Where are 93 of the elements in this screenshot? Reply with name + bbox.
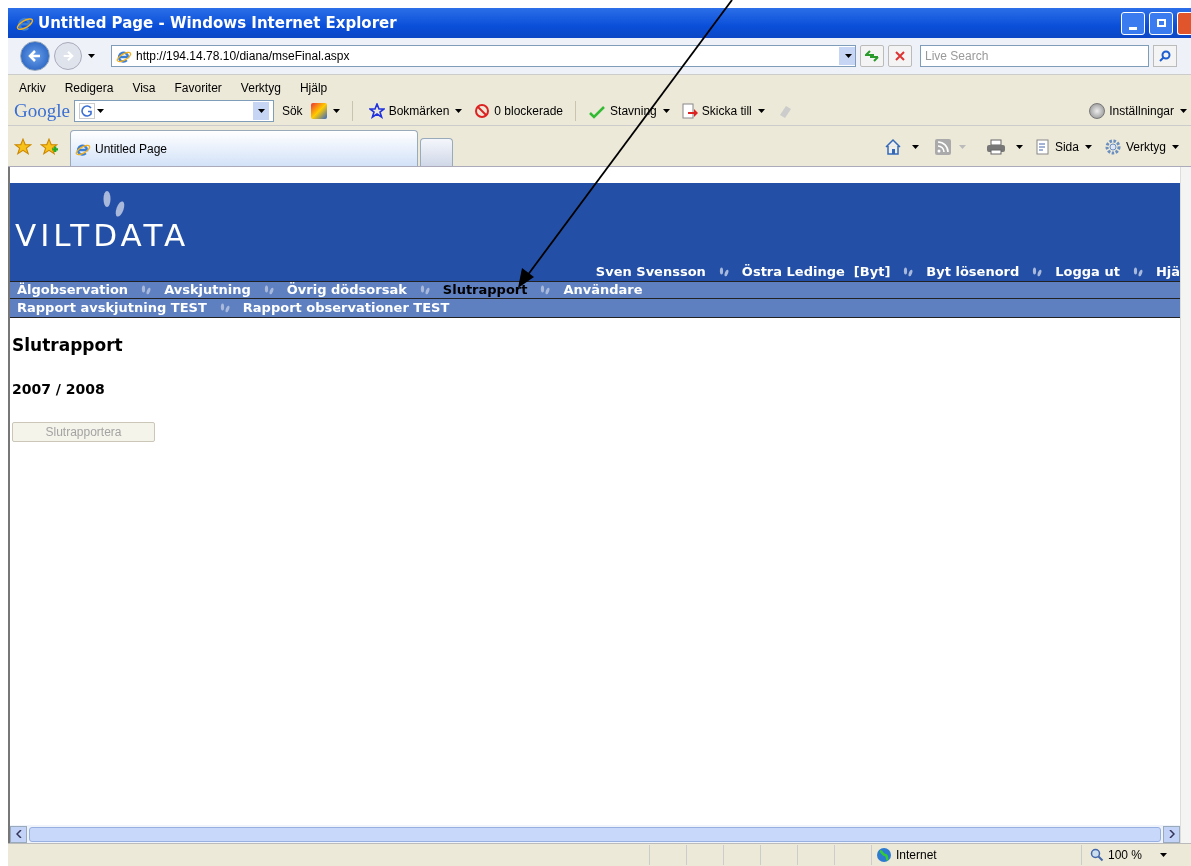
google-logo: Google (14, 98, 70, 123)
hoofprint-icon (218, 303, 231, 313)
nav-link[interactable]: Älgobservation (17, 280, 129, 300)
viltdata-logo: VILTDATA (15, 220, 191, 251)
caret-icon (455, 109, 463, 113)
caret-icon (1180, 109, 1187, 113)
header-link[interactable]: Logga ut (1055, 262, 1120, 282)
search-button[interactable] (1153, 45, 1177, 67)
google-search-field[interactable] (73, 100, 274, 122)
security-zone-text: Internet (896, 847, 937, 864)
address-field[interactable]: http://194.14.78.10/diana/mseFinal.aspx (111, 45, 856, 67)
home-icon[interactable] (883, 138, 902, 156)
refresh-button[interactable] (860, 45, 884, 67)
caret-icon (332, 109, 340, 113)
send-to-button[interactable]: Skicka till (681, 102, 765, 120)
hoofprint-icon (717, 267, 730, 277)
nav-link[interactable]: Avskjutning (164, 280, 251, 300)
menu-item[interactable]: Arkiv (19, 79, 46, 97)
nav-link[interactable]: Användare (563, 280, 643, 300)
spellcheck-icon (588, 103, 607, 119)
vertical-scrollbar[interactable] (1180, 167, 1191, 843)
window-title: Untitled Page - Windows Internet Explorer (38, 12, 397, 34)
close-button[interactable] (1177, 11, 1191, 35)
browser-tab[interactable]: Untitled Page (70, 130, 418, 166)
caret-icon (958, 145, 966, 149)
nav-link[interactable]: Övrig dödsorsak (286, 280, 407, 300)
hoofprint-icon (262, 285, 275, 295)
gear-icon (1103, 138, 1122, 156)
bookmarks-button[interactable]: Bokmärken (368, 102, 463, 120)
star-icon[interactable] (14, 138, 32, 156)
hoofprint-icon (140, 285, 153, 295)
caret-icon (662, 109, 670, 113)
caret-icon (96, 109, 104, 113)
caret-icon (911, 145, 919, 149)
header-link[interactable]: Östra Ledinge [Byt] (741, 262, 891, 282)
search-engine-icon (78, 103, 95, 119)
add-favorite-icon[interactable] (40, 138, 58, 156)
caret-icon (88, 54, 95, 58)
sub-nav-link[interactable]: Rapport avskjutning TEST (17, 298, 207, 318)
refresh-icon (865, 50, 879, 62)
forward-arrow-icon (62, 50, 74, 62)
dropdown-button[interactable] (252, 102, 269, 120)
header-link[interactable]: Byt lösenord (926, 262, 1020, 282)
caret-icon (1172, 145, 1179, 149)
menu-item[interactable]: Hjälp (299, 79, 328, 97)
dropdown-button[interactable] (839, 47, 855, 65)
popup-blocker-button[interactable]: 0 blockerade (474, 102, 564, 120)
back-button[interactable] (20, 41, 50, 71)
season-text: 2007 / 2008 (12, 379, 105, 399)
restore-button[interactable] (1149, 11, 1173, 35)
search-button[interactable]: Sök (277, 102, 307, 120)
scroll-left-icon[interactable] (10, 825, 27, 843)
hoofprint-icon (1131, 267, 1144, 277)
menu-item[interactable]: Verktyg (240, 79, 281, 97)
menu-item[interactable]: Visa (132, 79, 156, 97)
settings-button[interactable]: Inställningar (1089, 102, 1191, 120)
hoofprint-icon (539, 285, 552, 295)
caret-icon (1084, 145, 1092, 149)
url-text: http://194.14.78.10/diana/mseFinal.aspx (136, 48, 350, 65)
back-arrow-icon (28, 49, 42, 63)
nav-link[interactable]: Slutrapport (442, 280, 528, 300)
zoom-icon (1090, 848, 1104, 862)
header-link[interactable]: Hjä (1155, 262, 1180, 282)
header-link[interactable]: Sven Svensson (595, 262, 706, 282)
star-icon (368, 103, 385, 119)
search-field[interactable]: Live Search (920, 45, 1149, 67)
caret-icon (1015, 145, 1023, 149)
hoofprint-icon (1031, 267, 1044, 277)
globe-icon (876, 847, 892, 863)
tab-title: Untitled Page (95, 140, 168, 158)
minimize-button[interactable] (1121, 11, 1145, 35)
hoofprint-icon (902, 267, 915, 277)
blocked-icon (474, 103, 491, 119)
caret-icon (258, 109, 266, 113)
menu-item[interactable]: Redigera (64, 79, 114, 97)
tools-menu-button[interactable]: Verktyg (1103, 138, 1179, 156)
ie-logo-icon (116, 48, 132, 64)
caret-icon (757, 109, 765, 113)
caret-icon (1160, 853, 1168, 857)
page-icon (1034, 139, 1051, 155)
page-heading: Slutrapport (12, 334, 123, 357)
printer-icon[interactable] (985, 139, 1006, 155)
search-icon (1159, 50, 1171, 62)
stop-button[interactable] (888, 45, 912, 67)
scroll-right-icon[interactable] (1163, 825, 1180, 843)
close-icon (895, 51, 905, 61)
page-menu-button[interactable]: Sida (1034, 138, 1092, 156)
zoom-button[interactable]: 100 % (1081, 845, 1191, 865)
send-icon (681, 103, 698, 119)
hoofprint-icon (418, 285, 431, 295)
menu-item[interactable]: Favoriter (174, 79, 222, 97)
caret-icon (844, 54, 852, 58)
sub-nav-link[interactable]: Rapport observationer TEST (242, 298, 450, 318)
